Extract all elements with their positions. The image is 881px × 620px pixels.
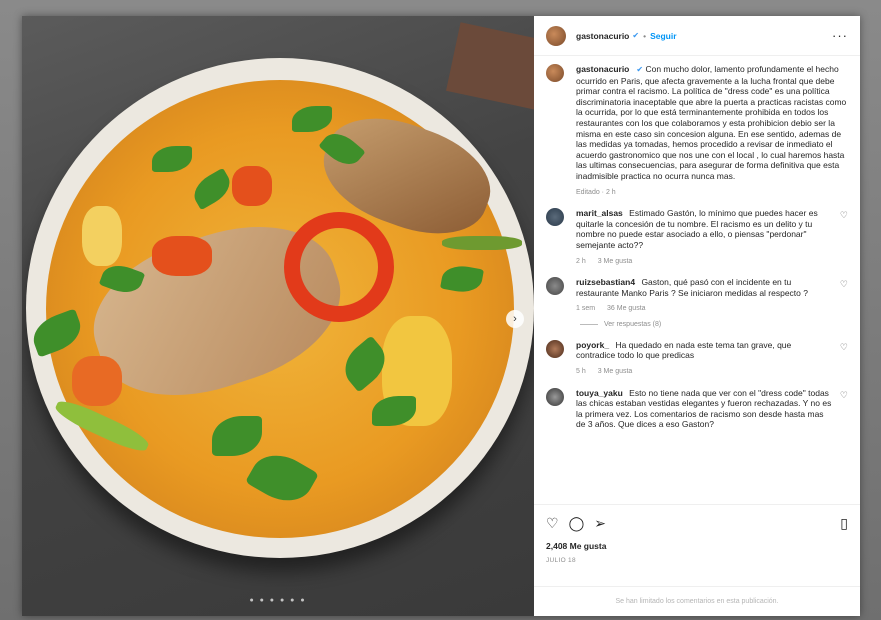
view-replies-button[interactable]: Ver respuestas (8) xyxy=(580,321,848,328)
post-header: gastonacurio ✔ • Seguir ··· xyxy=(534,16,860,56)
carousel-dots: ● ● ● ● ● ● xyxy=(249,597,307,604)
comment-item: touya_yaku Esto no tiene nada que ver co… xyxy=(546,387,848,430)
follow-button[interactable]: Seguir xyxy=(650,31,676,41)
heart-icon[interactable]: ♡ xyxy=(832,388,848,430)
comment-likes[interactable]: 3 Me gusta xyxy=(598,258,633,265)
avatar[interactable] xyxy=(546,64,564,82)
caption-meta: Editado · 2 h xyxy=(576,188,616,196)
avatar[interactable] xyxy=(546,387,564,406)
bookmark-icon[interactable]: ▯ xyxy=(840,515,848,532)
comment-icon[interactable]: ◯ xyxy=(569,515,585,532)
comments-list[interactable]: gastonacurio ✔ Con mucho dolor, lamento p… xyxy=(534,56,860,504)
separator: • xyxy=(643,30,647,41)
share-icon[interactable]: ➢ xyxy=(594,515,606,532)
avatar[interactable] xyxy=(546,277,564,296)
heart-icon[interactable]: ♡ xyxy=(546,515,559,532)
caption-text: Con mucho dolor, lamento profundamente e… xyxy=(576,64,847,181)
post-actions: ♡ ◯ ➢ ▯ 2,408 Me gusta JULIO 18 xyxy=(534,504,860,586)
post-date: JULIO 18 xyxy=(546,557,576,564)
verified-badge-icon: ✔ xyxy=(636,65,644,74)
heart-icon[interactable]: ♡ xyxy=(832,208,848,267)
comment-time: 5 h xyxy=(576,368,586,376)
heart-icon[interactable]: ♡ xyxy=(832,277,848,315)
comment-item: ruizsebastian4 Gaston, qué pasó con el i… xyxy=(546,277,848,315)
comment-username[interactable]: touya_yaku xyxy=(576,388,623,398)
comment-username[interactable]: marit_alsas xyxy=(576,208,623,218)
comment-item: marit_alsas Estimado Gastón, lo mínimo q… xyxy=(546,208,848,267)
avatar[interactable] xyxy=(546,339,564,358)
carousel-next-button[interactable]: › xyxy=(506,310,524,328)
avatar[interactable] xyxy=(546,208,564,227)
post-photo: › ● ● ● ● ● ● xyxy=(22,16,534,616)
avatar[interactable] xyxy=(546,25,566,46)
heart-icon[interactable]: ♡ xyxy=(832,340,848,378)
caption-username[interactable]: gastonacurio xyxy=(576,64,629,74)
comment-likes[interactable]: 36 Me gusta xyxy=(607,305,646,312)
comment-likes[interactable]: 3 Me gusta xyxy=(598,368,633,375)
red-pepper-ring xyxy=(284,212,394,322)
post-modal: › ● ● ● ● ● ● gastonacurio ✔ • Seguir ··… xyxy=(22,16,860,616)
comments-limited-notice: Se han limitado los comentarios en esta … xyxy=(534,586,860,616)
more-options-button[interactable]: ··· xyxy=(832,28,848,43)
post-side-panel: gastonacurio ✔ • Seguir ··· gastonacurio… xyxy=(534,16,860,616)
verified-badge-icon: ✔ xyxy=(632,31,640,40)
comment-time: 2 h xyxy=(576,257,586,265)
comment-item: poyork_ Ha quedado en nada este tema tan… xyxy=(546,339,848,378)
likes-count[interactable]: 2,408 Me gusta xyxy=(546,541,848,551)
header-username[interactable]: gastonacurio xyxy=(576,31,629,41)
comment-time: 1 sem xyxy=(576,305,596,313)
caption: gastonacurio ✔ Con mucho dolor, lamento p… xyxy=(546,64,848,198)
comment-username[interactable]: ruizsebastian4 xyxy=(576,277,635,287)
comment-username[interactable]: poyork_ xyxy=(576,340,609,350)
